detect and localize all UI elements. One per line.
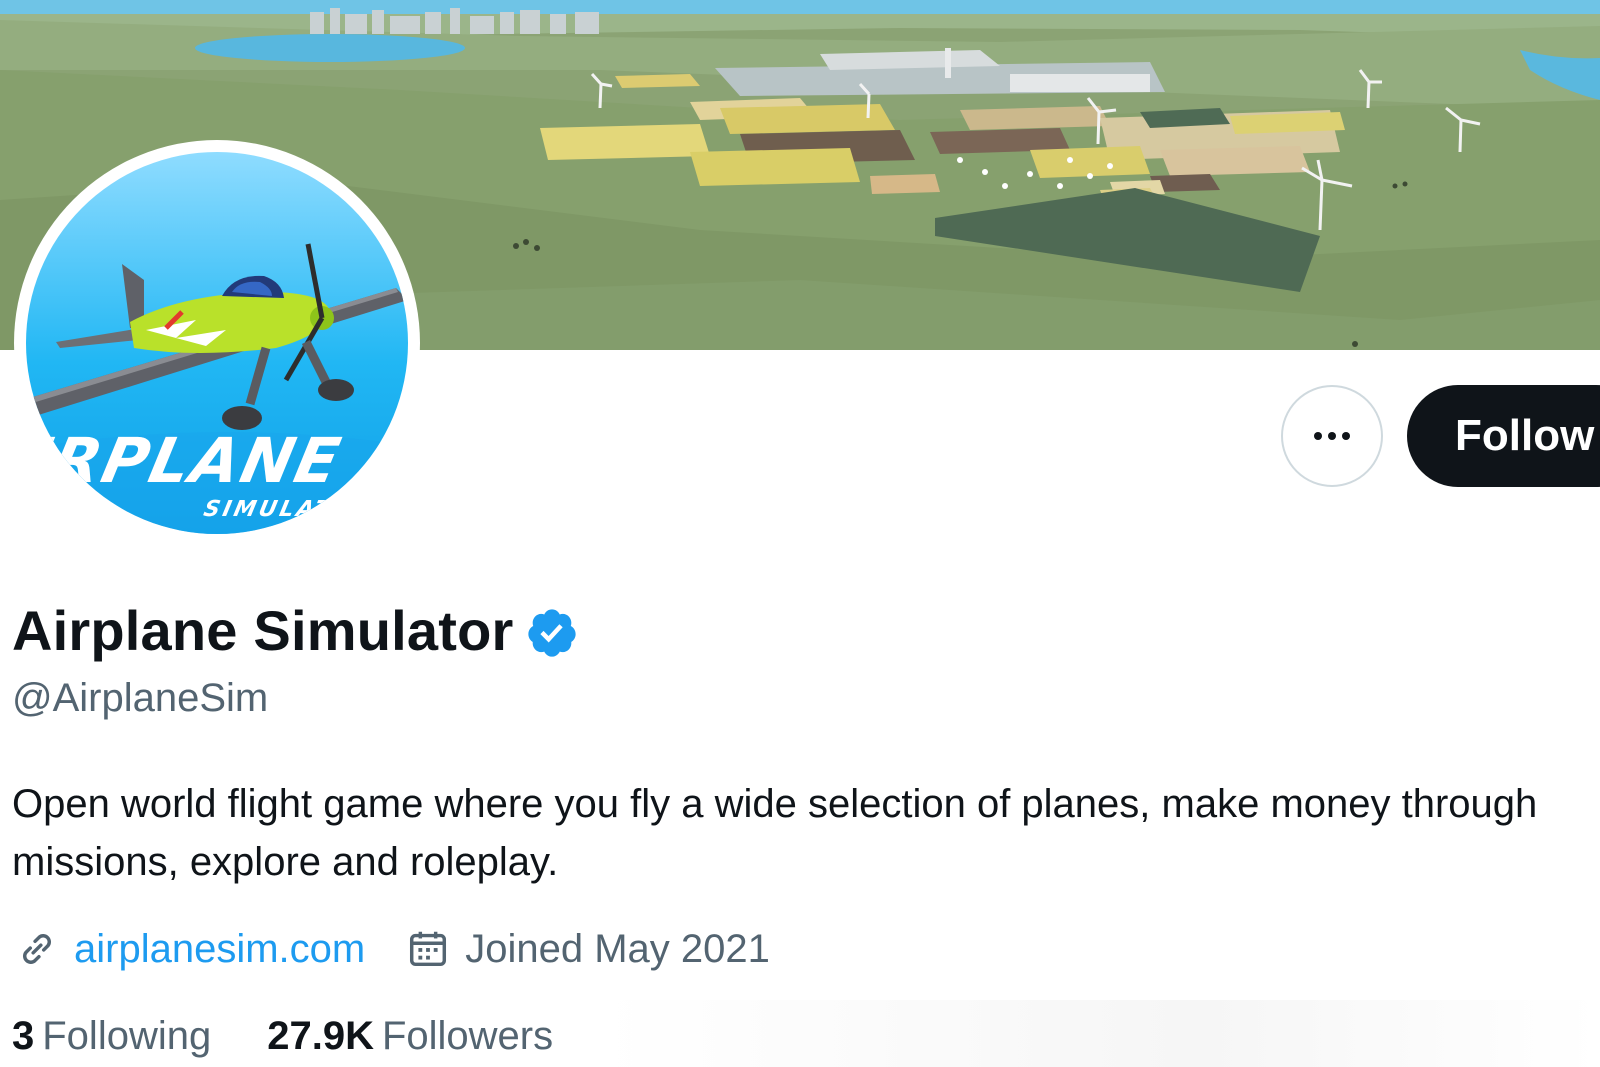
more-options-button[interactable] xyxy=(1281,385,1383,487)
profile-stats: 3 Following 27.9K Followers xyxy=(12,1014,553,1059)
joined-item: Joined May 2021 xyxy=(405,926,770,972)
profile-meta: airplanesim.com Joined May 2021 xyxy=(14,926,770,972)
followers-stat[interactable]: 27.9K Followers xyxy=(267,1014,553,1059)
followers-label: Followers xyxy=(381,1014,554,1058)
following-stat[interactable]: 3 Following xyxy=(12,1014,211,1059)
display-name: Airplane Simulator xyxy=(12,599,514,662)
website-link[interactable]: airplanesim.com xyxy=(74,927,365,972)
profile-avatar[interactable]: AIRPLANE SIMULATOR xyxy=(14,140,420,546)
bottom-fade xyxy=(600,1000,1600,1067)
profile-handle: @AirplaneSim xyxy=(12,676,269,720)
calendar-icon xyxy=(410,931,447,967)
avatar-subtitle-text: SIMULATOR xyxy=(201,496,377,522)
following-count: 3 xyxy=(12,1014,35,1058)
verified-badge-icon[interactable] xyxy=(525,606,579,660)
more-horizontal-icon xyxy=(1314,432,1350,440)
following-label: Following xyxy=(42,1014,212,1058)
website-item[interactable]: airplanesim.com xyxy=(14,926,365,972)
link-icon xyxy=(23,934,51,964)
avatar-title-text: AIRPLANE xyxy=(26,425,348,497)
profile-bio: Open world flight game where you fly a w… xyxy=(12,782,1538,884)
follow-button[interactable]: Follow xyxy=(1407,385,1600,487)
avatar-image: AIRPLANE SIMULATOR xyxy=(26,152,408,534)
profile-name-row: Airplane Simulator xyxy=(12,598,579,663)
profile-page: AIRPLANE SIMULATOR Follow Airplane Simul… xyxy=(0,0,1600,1067)
followers-count: 27.9K xyxy=(267,1014,374,1058)
joined-date: Joined May 2021 xyxy=(465,926,770,971)
